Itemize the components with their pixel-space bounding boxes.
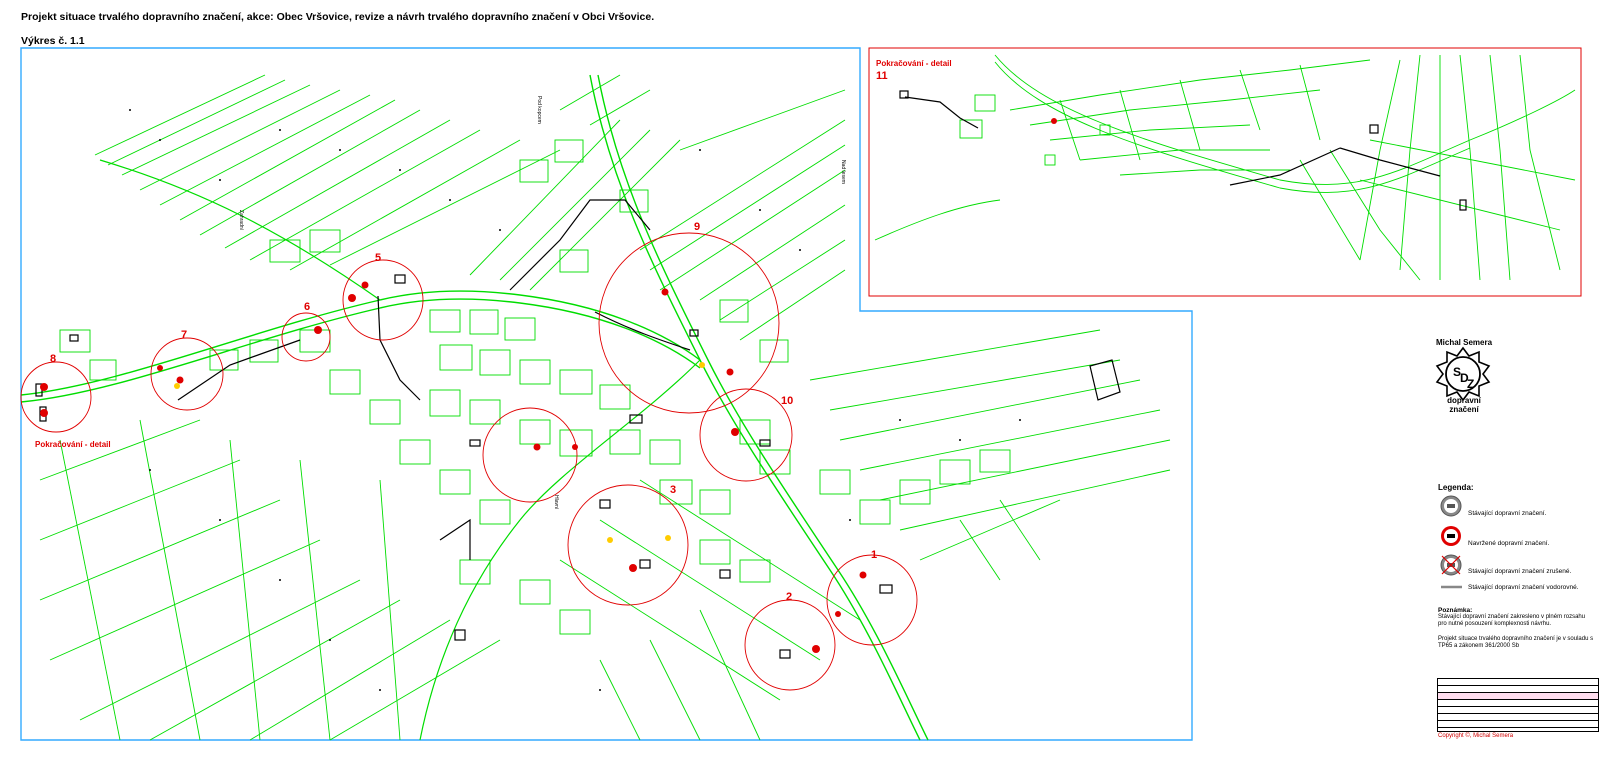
company-subtitle: dopravní značení: [1447, 396, 1481, 414]
svg-text:9: 9: [694, 221, 700, 233]
svg-text:Hlavní: Hlavní: [553, 495, 559, 510]
circle-labels: 8 7 6 5 9 10 3 1 2: [50, 221, 877, 603]
note-text-compliance: Projekt situace trvalého dopravního znač…: [1438, 636, 1594, 649]
sdz-logo-icon: S D Z: [1435, 346, 1491, 402]
copyright: Copyright ©, Michal Semera: [1438, 733, 1514, 739]
street-labels: Pod kopcem Zahradní Nad lesem Hlavní: [238, 96, 846, 510]
situation-map[interactable]: 8 7 6 5 9 10 3 1 2 Pokračování - detail Pod ko…: [0, 0, 1617, 757]
continuation-label-detail: Pokračování - detail: [876, 59, 952, 68]
traffic-signs: [40, 281, 867, 653]
title-block: [1437, 678, 1599, 732]
company-name: Michal Semera: [1435, 338, 1493, 347]
svg-text:5: 5: [375, 252, 381, 264]
svg-text:Pod kopcem: Pod kopcem: [536, 96, 542, 124]
svg-text:Zahradní: Zahradní: [238, 210, 244, 231]
svg-text:3: 3: [670, 484, 676, 496]
legend-item-cancelled: Stávající dopravní značení zrušené.: [1468, 568, 1572, 575]
svg-text:Z: Z: [1467, 377, 1474, 391]
area-circle-2: [744, 599, 836, 691]
svg-text:7: 7: [181, 329, 187, 341]
main-map-frame: [20, 47, 1193, 741]
area-circle-3: [567, 484, 689, 606]
note-title: Poznámka:: [1438, 607, 1473, 614]
legend-item-existing: Stávající dopravní značení.: [1468, 510, 1547, 517]
svg-text:8: 8: [50, 353, 56, 365]
legend-item-horizontal: Stávající dopravní značení vodorovné.: [1468, 584, 1579, 591]
detail-number: 11: [876, 70, 888, 82]
area-circle-7: [150, 337, 224, 411]
note-text: Stávající dopravní značení zakresleno v …: [1438, 614, 1586, 627]
detail-road: [899, 90, 1467, 211]
legend-title: Legenda:: [1438, 483, 1474, 492]
svg-text:10: 10: [781, 395, 793, 407]
svg-text:6: 6: [304, 301, 310, 313]
area-circle-1: [826, 554, 918, 646]
proposal-circles: [20, 232, 918, 691]
existing-sign-icon: [1440, 495, 1462, 517]
continuation-label-left: Pokračování - detail: [35, 440, 111, 449]
parcel-lines: [20, 74, 1171, 741]
svg-text:1: 1: [871, 549, 877, 561]
svg-text:Nad lesem: Nad lesem: [840, 160, 846, 184]
cancelled-sign-icon: [1440, 554, 1462, 576]
area-circle-10: [699, 388, 793, 482]
legend-item-proposed: Navržené dopravní značení.: [1468, 540, 1550, 547]
detail-map: [874, 54, 1576, 281]
svg-text:2: 2: [786, 591, 792, 603]
proposed-sign-icon: [1441, 526, 1461, 546]
buildings: [35, 199, 1121, 659]
